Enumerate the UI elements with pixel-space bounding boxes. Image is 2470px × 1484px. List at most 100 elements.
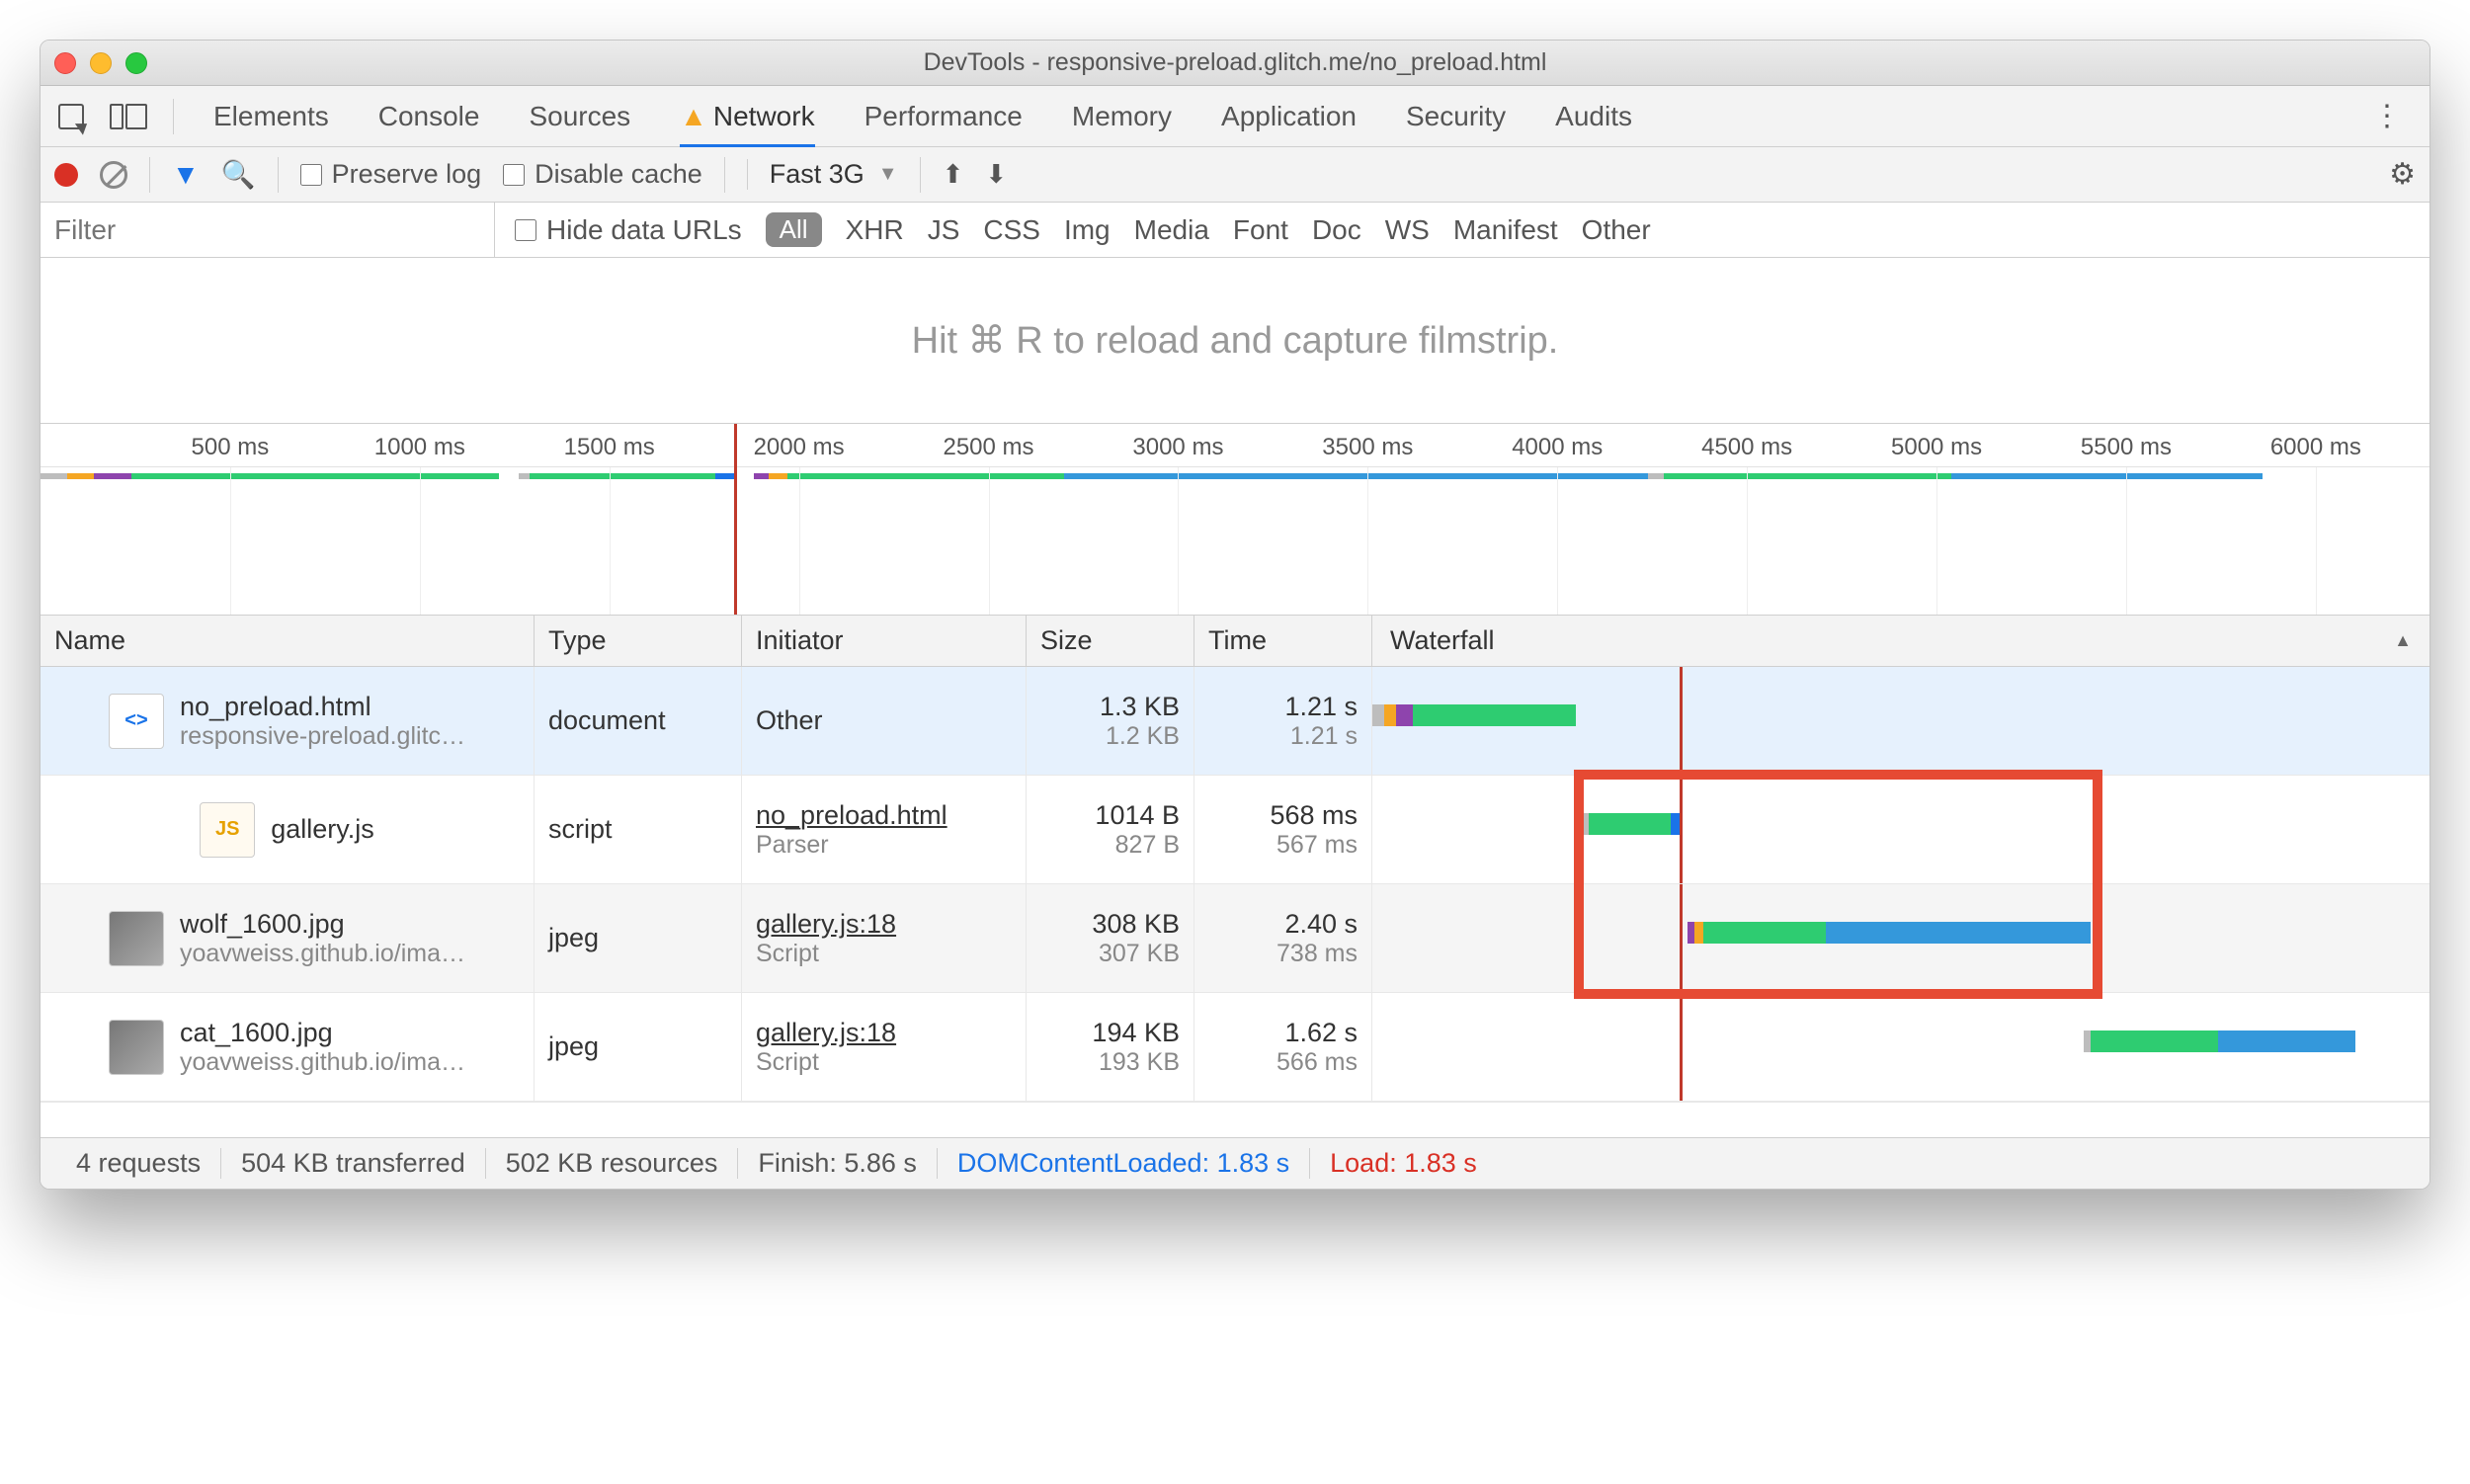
waterfall-segment [1413, 704, 1549, 726]
overview-tick: 5500 ms [2081, 434, 2172, 461]
settings-icon[interactable]: ⚙ [2389, 157, 2416, 192]
request-size: 1014 B [1095, 800, 1180, 831]
overview-tick: 500 ms [192, 434, 270, 461]
request-name: cat_1600.jpg [180, 1018, 465, 1048]
filmstrip-hint: Hit ⌘ R to reload and capture filmstrip. [41, 258, 2429, 424]
timeline-overview[interactable]: 500 ms1000 ms1500 ms2000 ms2500 ms3000 m… [41, 424, 2429, 616]
type-filter-css[interactable]: CSS [983, 214, 1040, 246]
img-file-icon [109, 1020, 164, 1075]
request-time: 1.21 s [1284, 692, 1358, 722]
type-filter-img[interactable]: Img [1064, 214, 1111, 246]
waterfall-segment [1548, 704, 1575, 726]
preserve-log-checkbox[interactable]: Preserve log [300, 159, 482, 190]
tab-performance[interactable]: Performance [864, 101, 1023, 132]
hide-data-urls-checkbox[interactable]: Hide data URLs [515, 214, 742, 246]
separator [920, 157, 921, 193]
html-file-icon: <> [109, 694, 164, 749]
tab-security[interactable]: Security [1406, 101, 1506, 132]
type-filter-js[interactable]: JS [928, 214, 960, 246]
throttling-select[interactable]: Fast 3G ▼ [747, 159, 898, 190]
type-filter-other[interactable]: Other [1582, 214, 1651, 246]
device-toolbar-icon[interactable] [110, 104, 147, 129]
more-menu-icon[interactable]: ⋮ [2362, 99, 2412, 133]
request-name: no_preload.html [180, 692, 465, 722]
separator [724, 157, 725, 193]
disable-cache-checkbox[interactable]: Disable cache [503, 159, 702, 190]
col-time[interactable]: Time [1194, 616, 1372, 666]
type-filter-xhr[interactable]: XHR [846, 214, 904, 246]
request-time-sub: 738 ms [1276, 940, 1358, 968]
request-domain: yoavweiss.github.io/ima… [180, 940, 465, 968]
window-title: DevTools - responsive-preload.glitch.me/… [41, 48, 2429, 77]
request-initiator-type: Parser [756, 831, 1012, 860]
overview-tick: 6000 ms [2270, 434, 2361, 461]
preserve-log-label: Preserve log [332, 159, 482, 190]
waterfall-segment [2084, 1031, 2091, 1052]
col-type[interactable]: Type [535, 616, 742, 666]
request-domain: yoavweiss.github.io/ima… [180, 1048, 465, 1077]
filter-input[interactable] [41, 203, 495, 257]
request-initiator[interactable]: no_preload.html [756, 800, 1012, 831]
filter-toggle-icon[interactable]: ▼ [172, 159, 200, 191]
inspect-element-icon[interactable] [58, 104, 84, 129]
col-size[interactable]: Size [1027, 616, 1194, 666]
col-initiator[interactable]: Initiator [742, 616, 1027, 666]
status-dcl: DOMContentLoaded: 1.83 s [938, 1148, 1310, 1179]
type-filter-manifest[interactable]: Manifest [1453, 214, 1558, 246]
waterfall-segment [1372, 704, 1384, 726]
col-name[interactable]: Name [41, 616, 535, 666]
tab-application[interactable]: Application [1221, 101, 1357, 132]
download-har-icon[interactable]: ⬇ [985, 159, 1007, 190]
panel-tabs: Elements Console Sources ▲Network Performanc… [41, 86, 2429, 147]
hide-data-urls-label: Hide data URLs [546, 214, 742, 246]
waterfall-load-marker [1680, 667, 1683, 775]
overview-tick: 1000 ms [374, 434, 465, 461]
request-time-sub: 566 ms [1276, 1048, 1358, 1077]
tab-elements[interactable]: Elements [213, 101, 329, 132]
status-resources: 502 KB resources [486, 1148, 739, 1179]
separator [173, 99, 174, 134]
table-row[interactable]: cat_1600.jpgyoavweiss.github.io/ima…jpeg… [41, 993, 2429, 1102]
col-waterfall[interactable]: Waterfall▲ [1372, 616, 2429, 666]
filter-bar: Hide data URLs All XHR JS CSS Img Media Font Do… [41, 203, 2429, 258]
request-size: 1.3 KB [1100, 692, 1180, 722]
request-table: <>no_preload.htmlresponsive-preload.glit… [41, 667, 2429, 1102]
type-filter-doc[interactable]: Doc [1312, 214, 1361, 246]
warning-icon: ▲ [680, 101, 707, 131]
overview-tick: 1500 ms [564, 434, 655, 461]
request-size-sub: 193 KB [1099, 1048, 1180, 1077]
tab-sources[interactable]: Sources [529, 101, 630, 132]
status-bar: 4 requests 504 KB transferred 502 KB res… [41, 1137, 2429, 1189]
record-button[interactable] [54, 163, 78, 187]
tab-audits[interactable]: Audits [1555, 101, 1632, 132]
table-row[interactable]: <>no_preload.htmlresponsive-preload.glit… [41, 667, 2429, 776]
tab-console[interactable]: Console [378, 101, 480, 132]
waterfall-segment [1396, 704, 1413, 726]
tab-network[interactable]: ▲Network [680, 101, 814, 148]
overview-load-marker [734, 424, 737, 615]
request-initiator[interactable]: gallery.js:18 [756, 909, 1012, 940]
request-size-sub: 307 KB [1099, 940, 1180, 968]
tab-memory[interactable]: Memory [1072, 101, 1172, 132]
type-filter-ws[interactable]: WS [1385, 214, 1430, 246]
overview-tick: 2500 ms [943, 434, 1033, 461]
request-type: jpeg [535, 884, 742, 992]
request-time: 1.62 s [1284, 1018, 1358, 1048]
request-type: document [535, 667, 742, 775]
type-filter-font[interactable]: Font [1233, 214, 1288, 246]
waterfall-load-marker [1680, 993, 1683, 1101]
request-time: 568 ms [1270, 800, 1358, 831]
request-size: 308 KB [1092, 909, 1180, 940]
waterfall-segment [2091, 1031, 2218, 1052]
overview-tick: 4000 ms [1512, 434, 1603, 461]
type-filter-all[interactable]: All [766, 212, 822, 247]
search-icon[interactable]: 🔍 [221, 158, 256, 191]
status-requests: 4 requests [56, 1148, 221, 1179]
clear-button[interactable] [100, 161, 127, 189]
upload-har-icon[interactable]: ⬆ [943, 159, 964, 190]
overview-tick: 2000 ms [754, 434, 845, 461]
request-initiator[interactable]: gallery.js:18 [756, 1018, 1012, 1048]
type-filter-media[interactable]: Media [1134, 214, 1209, 246]
throttling-value: Fast 3G [770, 159, 864, 190]
sort-indicator-icon: ▲ [2394, 630, 2412, 651]
